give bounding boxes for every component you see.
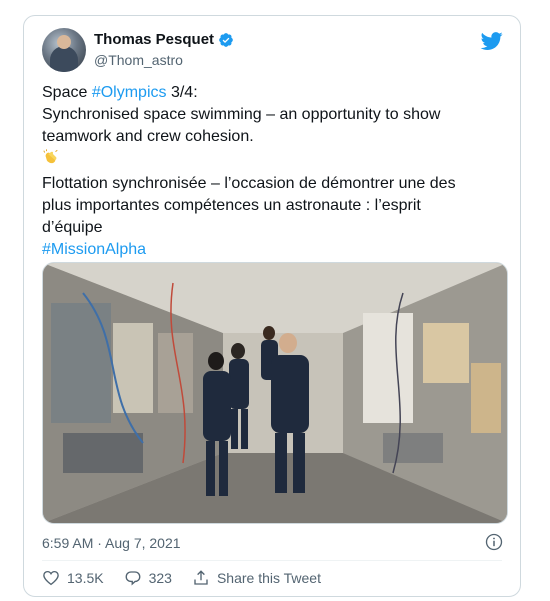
twitter-bird-icon[interactable] (480, 30, 504, 52)
tweet-timestamp[interactable]: 6:59 AM · Aug 7, 2021 (42, 534, 181, 552)
divider (42, 560, 502, 561)
hashtag-olympics-link[interactable]: #Olympics (92, 84, 167, 101)
tweet-actions: 13.5K 323 Share this Tweet (42, 568, 341, 588)
tweet-line-7: #MissionAlpha (42, 239, 512, 261)
video-media[interactable] (42, 262, 508, 524)
tweet-line-1: Space #Olympics 3/4: (42, 82, 512, 104)
like-count: 13.5K (67, 570, 104, 586)
tweet-line-6: d’équipe (42, 219, 103, 236)
share-upload-icon (194, 570, 208, 585)
author-block[interactable]: Thomas Pesquet @Thom_astro (94, 30, 234, 69)
heart-icon (43, 570, 59, 586)
tweet-line-3: teamwork and crew cohesion. (42, 128, 254, 145)
like-button[interactable]: 13.5K (42, 569, 104, 587)
reply-bubble-icon (125, 571, 141, 586)
tweet-text-segment: Space (42, 84, 92, 101)
reply-button[interactable]: 323 (124, 569, 172, 587)
author-display-name[interactable]: Thomas Pesquet (94, 30, 214, 50)
tweet-header: Thomas Pesquet @Thom_astro (42, 28, 504, 72)
avatar[interactable] (42, 28, 86, 72)
clapping-hands-emoji-icon (43, 149, 58, 164)
space-station-video-frame[interactable] (43, 263, 507, 523)
info-icon[interactable] (484, 532, 504, 552)
tweet-text: Space #Olympics 3/4: Synchronised space … (42, 82, 512, 261)
share-label: Share this Tweet (216, 570, 321, 586)
tweet-line-5: plus importantes compétences un astronau… (42, 197, 421, 214)
tweet-line-4: Flottation synchronisée – l’occasion de … (42, 175, 456, 192)
tweet-line-emoji (42, 148, 512, 173)
share-button[interactable]: Share this Tweet (192, 569, 321, 587)
tweet-card[interactable]: Thomas Pesquet @Thom_astro Space #Olympi… (23, 15, 521, 597)
verified-badge-icon (219, 33, 233, 47)
reply-count: 323 (148, 570, 172, 586)
tweet-line-2: Synchronised space swimming – an opportu… (42, 106, 441, 123)
tweet-text-segment: 3/4: (166, 84, 198, 101)
author-handle[interactable]: @Thom_astro (94, 51, 234, 69)
hashtag-missionalpha-link[interactable]: #MissionAlpha (42, 241, 146, 258)
author-name-row[interactable]: Thomas Pesquet (94, 30, 234, 50)
